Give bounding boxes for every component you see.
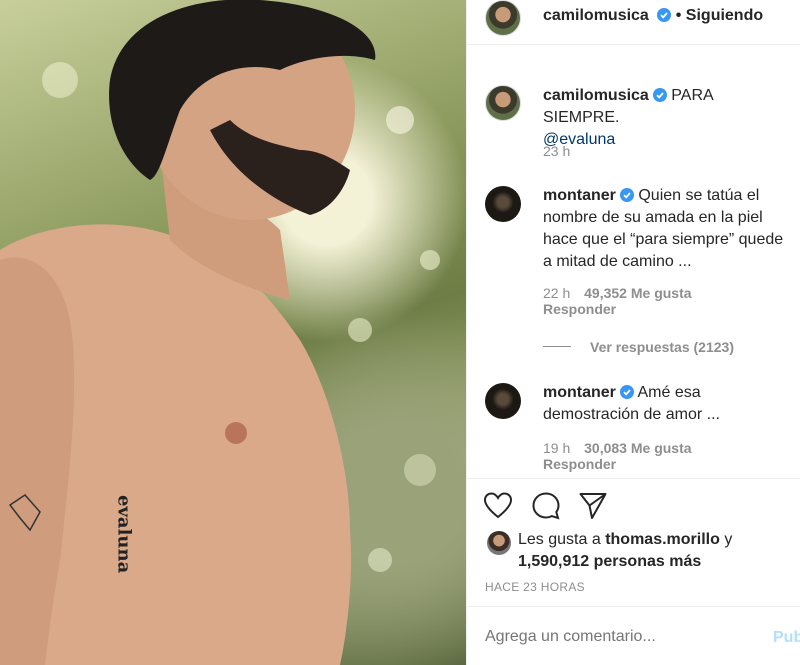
view-replies-button[interactable]: Ver respuestas (2123): [590, 339, 734, 355]
post-details-panel: camilomusica • Siguiendo camilomusica PA…: [466, 0, 800, 665]
publish-button[interactable]: Pub: [773, 629, 800, 647]
comment-username[interactable]: montaner: [543, 187, 616, 204]
likes-conj: y: [724, 531, 733, 548]
svg-text:evaluna: evaluna: [114, 495, 135, 574]
comment-2-meta: 19 h 30,083 Me gusta Responder: [543, 440, 692, 472]
verified-badge-icon: [652, 88, 667, 102]
comment-2: montaner Amé esa demostración de amor ..…: [543, 382, 793, 426]
reply-button[interactable]: Responder: [543, 456, 616, 472]
likes-count[interactable]: 1,590,912 personas más: [518, 553, 701, 570]
post-timestamp[interactable]: HACE 23 HORAS: [485, 580, 585, 594]
header-divider: [467, 44, 800, 45]
reply-button[interactable]: Responder: [543, 301, 616, 317]
actions-divider: [467, 478, 800, 479]
comment-avatar[interactable]: [485, 186, 521, 222]
comment-likes[interactable]: 49,352 Me gusta: [584, 285, 691, 301]
comment-1-meta: 22 h 49,352 Me gusta Responder: [543, 285, 692, 317]
comment-input[interactable]: [485, 622, 755, 652]
post-photo[interactable]: evaluna: [0, 0, 466, 665]
comment-1: montaner Quien se tatúa el nombre de su …: [543, 185, 793, 273]
verified-badge-icon: [657, 8, 672, 22]
comment-box-divider: [467, 606, 800, 607]
caption: camilomusica PARA SIEMPRE. @evaluna: [543, 85, 793, 151]
liker-username[interactable]: thomas.morillo: [605, 531, 720, 548]
verified-badge-icon: [619, 385, 634, 399]
following-button[interactable]: Siguiendo: [686, 7, 763, 24]
post-header: camilomusica • Siguiendo: [543, 7, 763, 25]
author-avatar[interactable]: [485, 0, 521, 36]
share-send-icon[interactable]: [578, 491, 608, 521]
comment-username[interactable]: montaner: [543, 384, 616, 401]
author-username[interactable]: camilomusica: [543, 7, 649, 24]
comment-bubble-icon[interactable]: [531, 491, 561, 521]
comment-likes[interactable]: 30,083 Me gusta: [584, 440, 691, 456]
post-image-illustration: evaluna: [0, 0, 440, 665]
comment-time: 19 h: [543, 440, 571, 456]
comment-avatar[interactable]: [485, 383, 521, 419]
like-heart-icon[interactable]: [483, 491, 513, 521]
replies-line: [543, 346, 571, 347]
verified-badge-icon: [619, 188, 634, 202]
caption-time: 23 h: [543, 143, 571, 159]
separator-dot: •: [675, 7, 682, 24]
liker-avatar[interactable]: [487, 531, 511, 555]
comment-time: 22 h: [543, 285, 571, 301]
caption-username[interactable]: camilomusica: [543, 87, 649, 104]
likes-prefix: Les gusta a: [518, 531, 601, 548]
likes-summary: Les gusta a thomas.morillo y 1,590,912 p…: [518, 529, 798, 573]
caption-avatar[interactable]: [485, 85, 521, 121]
